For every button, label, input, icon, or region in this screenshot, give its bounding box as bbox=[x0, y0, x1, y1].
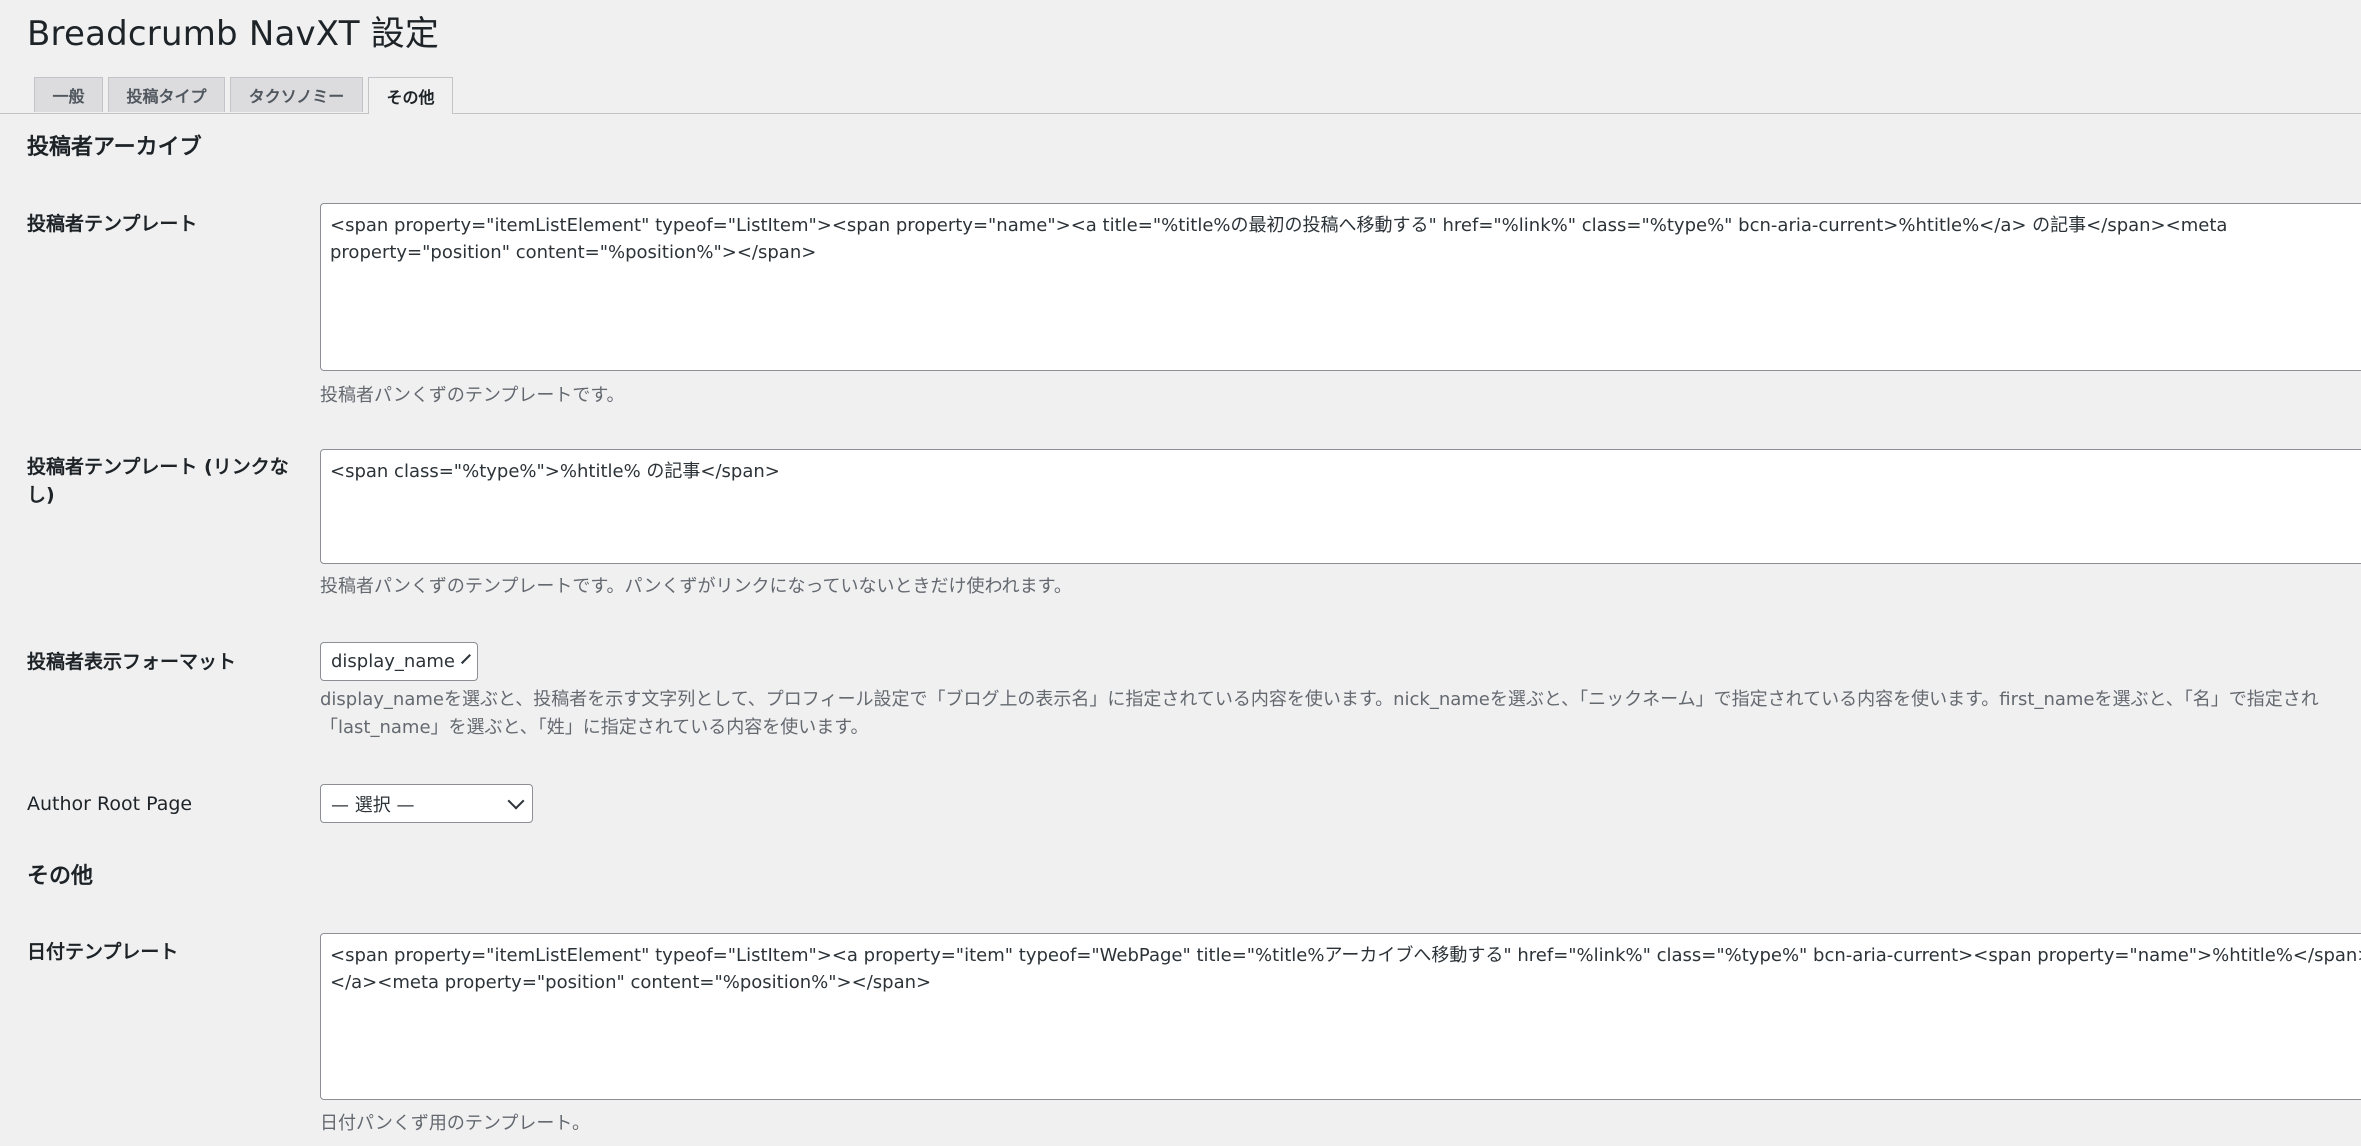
author-template-label: 投稿者テンプレート bbox=[27, 213, 198, 235]
tab-taxonomies[interactable]: タクソノミー bbox=[230, 77, 363, 112]
author-display-format-description: display_nameを選ぶと、投稿者を示す文字列として、プロフィール設定で「… bbox=[320, 689, 2319, 738]
section-heading-misc: その他 bbox=[27, 864, 94, 889]
author-template-unlinked-label: 投稿者テンプレート (リンクなし) bbox=[27, 456, 289, 506]
date-template-input[interactable]: <span property="itemListElement" typeof=… bbox=[320, 933, 2361, 1100]
date-template-description: 日付パンくず用のテンプレート。 bbox=[320, 1113, 590, 1134]
tab-misc[interactable]: その他 bbox=[368, 77, 453, 114]
section-heading-author-archive: 投稿者アーカイブ bbox=[27, 135, 202, 160]
author-display-format-label: 投稿者表示フォーマット bbox=[27, 651, 237, 673]
tab-post-types[interactable]: 投稿タイプ bbox=[108, 77, 225, 112]
author-root-page-value: — 選択 — bbox=[331, 794, 415, 816]
chevron-down-icon bbox=[507, 792, 525, 809]
tab-general[interactable]: 一般 bbox=[34, 77, 103, 112]
author-root-page-label: Author Root Page bbox=[27, 793, 193, 815]
author-template-unlinked-description: 投稿者パンくずのテンプレートです。パンくずがリンクになっていないときだけ使われま… bbox=[320, 576, 1072, 597]
author-root-page-select[interactable]: — 選択 — bbox=[320, 784, 533, 823]
author-template-unlinked-input[interactable]: <span class="%type%">%htitle% の記事</span> bbox=[320, 449, 2361, 564]
author-display-format-select[interactable]: display_name bbox=[320, 642, 478, 681]
author-template-input[interactable]: <span property="itemListElement" typeof=… bbox=[320, 203, 2361, 371]
author-template-description: 投稿者パンくずのテンプレートです。 bbox=[320, 385, 625, 406]
settings-page: Breadcrumb NavXT 設定 一般 投稿タイプ タクソノミー その他 … bbox=[0, 0, 2361, 1146]
page-title: Breadcrumb NavXT 設定 bbox=[27, 14, 440, 54]
settings-tabs: 一般 投稿タイプ タクソノミー その他 bbox=[0, 77, 2361, 114]
date-template-label: 日付テンプレート bbox=[27, 941, 179, 963]
author-display-format-value: display_name bbox=[331, 651, 455, 672]
chevron-down-icon bbox=[461, 653, 471, 664]
